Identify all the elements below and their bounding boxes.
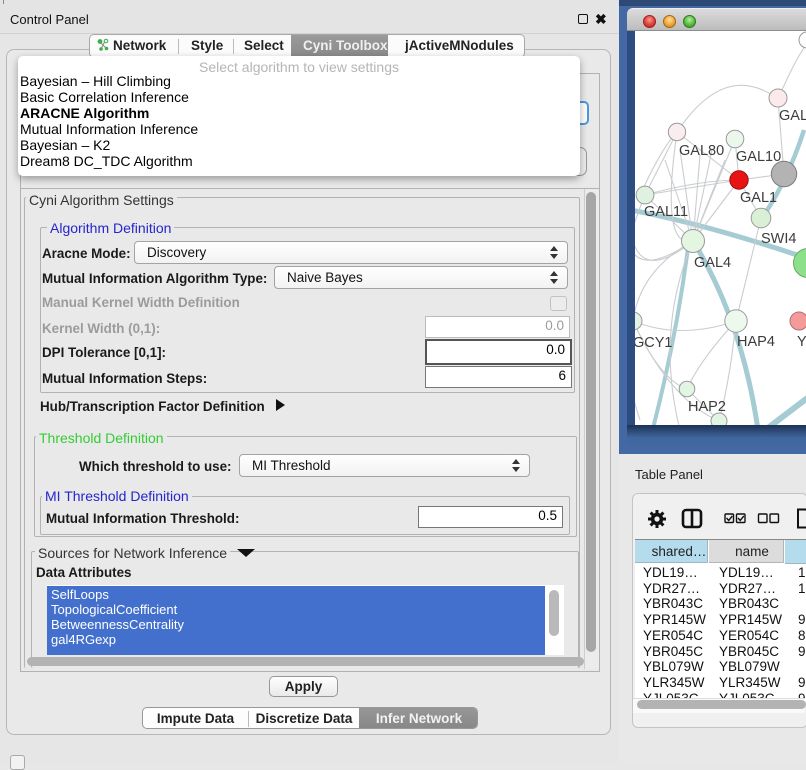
svg-text:GCY1: GCY1	[635, 335, 673, 351]
svg-text:GAL7: GAL7	[779, 108, 806, 124]
svg-text:Y: Y	[797, 334, 806, 350]
svg-text:GAL80: GAL80	[679, 143, 724, 159]
svg-text:GAL10: GAL10	[736, 149, 781, 165]
svg-text:GAL11: GAL11	[644, 204, 688, 220]
svg-text:GAL1: GAL1	[740, 190, 777, 206]
svg-text:SWI4: SWI4	[761, 231, 796, 247]
svg-text:HAP2: HAP2	[688, 399, 726, 415]
svg-text:HAP4: HAP4	[737, 334, 775, 350]
svg-text:GAL4: GAL4	[694, 255, 731, 271]
